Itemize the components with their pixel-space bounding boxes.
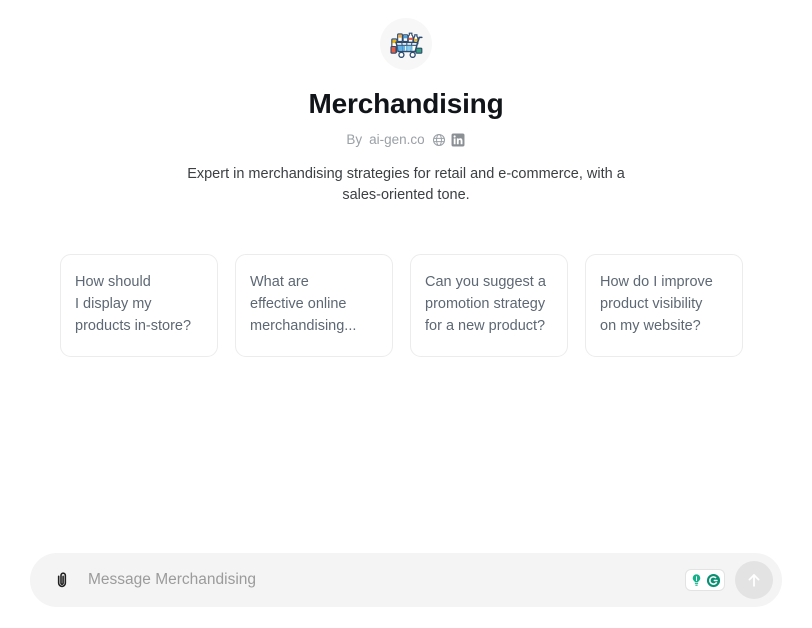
agent-avatar — [380, 18, 432, 70]
suggestion-card[interactable]: Can you suggest a promotion strategy for… — [410, 254, 568, 357]
agent-title: Merchandising — [308, 88, 504, 119]
suggestion-card[interactable]: How do I improve product visibility on m… — [585, 254, 743, 357]
social-links — [432, 133, 466, 148]
shopping-cart-groceries-icon — [386, 24, 426, 64]
globe-icon[interactable] — [432, 133, 447, 148]
arrow-up-icon — [744, 570, 764, 590]
composer-container — [0, 553, 812, 628]
writing-assistant-badge[interactable] — [685, 569, 725, 591]
linkedin-icon[interactable] — [451, 133, 466, 148]
send-message-button[interactable] — [735, 561, 773, 599]
suggestion-card[interactable]: How should I display my products in-stor… — [60, 254, 218, 357]
paperclip-icon — [52, 570, 72, 590]
message-composer — [30, 553, 782, 607]
attach-file-button[interactable] — [46, 564, 78, 596]
chat-page: Merchandising By ai-gen.co Expert in mer… — [0, 0, 812, 628]
lightbulb-icon — [689, 573, 704, 588]
message-input[interactable] — [78, 553, 685, 607]
conversation-scroll-area: Merchandising By ai-gen.co Expert in mer… — [0, 0, 812, 553]
agent-byline: By ai-gen.co — [346, 132, 465, 148]
byline-author: ai-gen.co — [369, 132, 425, 147]
suggestion-cards: How should I display my products in-stor… — [60, 254, 752, 357]
byline-by-label: By — [346, 132, 363, 147]
grammarly-g-icon — [706, 573, 721, 588]
agent-description: Expert in merchandising strategies for r… — [187, 166, 625, 203]
suggestion-card[interactable]: What are effective online merchandising.… — [235, 254, 393, 357]
agent-intro: Merchandising By ai-gen.co Expert in mer… — [0, 18, 812, 206]
